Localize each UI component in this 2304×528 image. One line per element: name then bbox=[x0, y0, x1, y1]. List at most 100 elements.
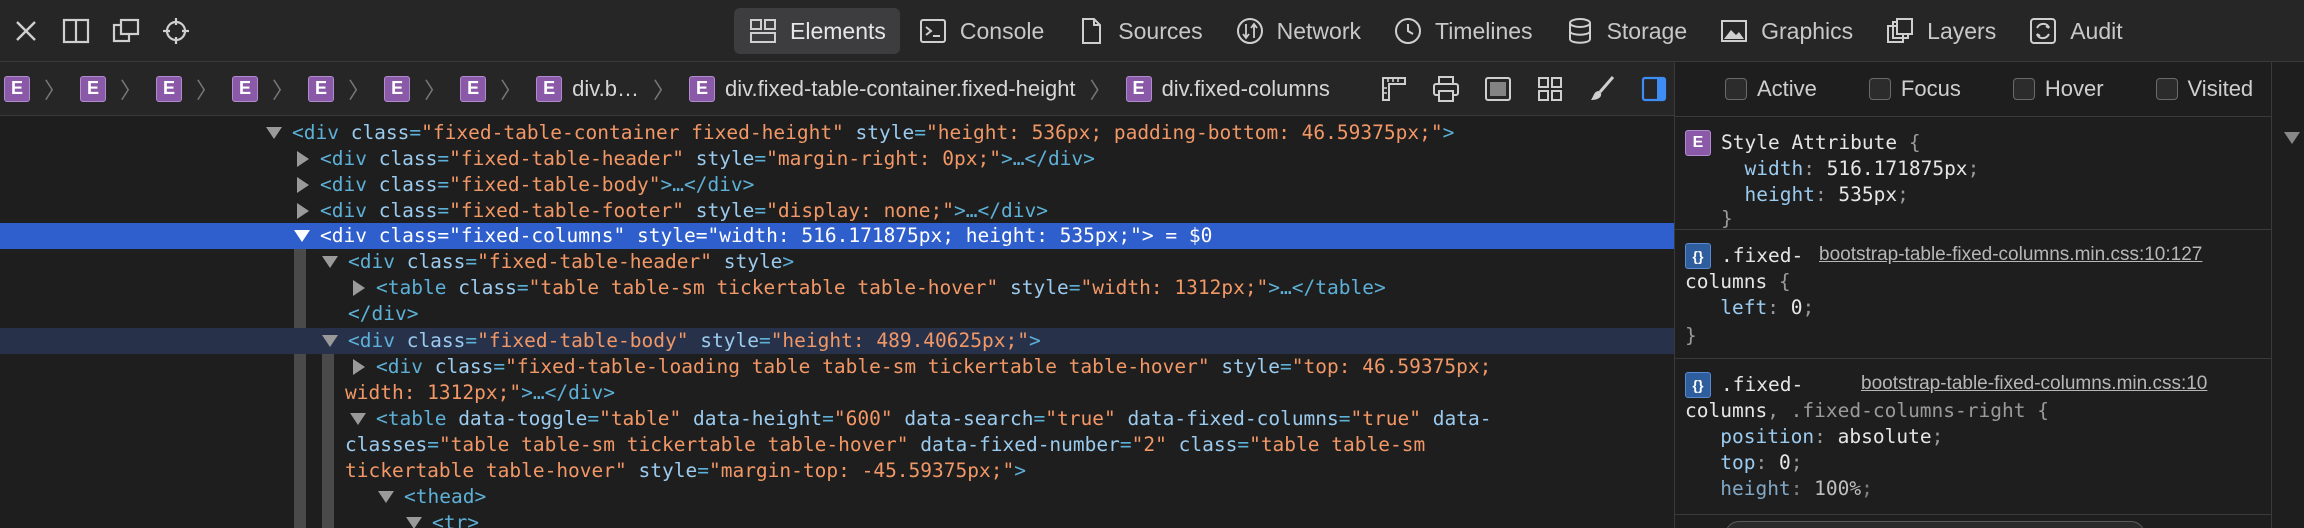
tab-audit[interactable]: Audit bbox=[2014, 8, 2136, 54]
dom-node-line-wrap[interactable]: classes="table table-sm tickertable tabl… bbox=[345, 432, 1425, 458]
element-badge-icon: E bbox=[460, 75, 487, 102]
dom-node-line[interactable]: <div class="fixed-table-body">…</div> bbox=[320, 172, 754, 198]
secondary-sidebar-pane bbox=[2271, 62, 2304, 528]
dom-node-line[interactable]: <div class="fixed-table-loading table ta… bbox=[376, 354, 1491, 380]
pseudo-focus-checkbox[interactable]: Focus bbox=[1868, 76, 1961, 102]
breadcrumb-item[interactable]: E bbox=[4, 62, 30, 116]
tab-storage[interactable]: Storage bbox=[1551, 8, 1702, 54]
breadcrumb-item[interactable]: E bbox=[232, 62, 259, 116]
inspect-element-button[interactable] bbox=[152, 7, 200, 55]
collapse-triangle-icon[interactable] bbox=[406, 517, 422, 528]
dom-node-line[interactable]: <tr> bbox=[432, 510, 479, 528]
breadcrumb-item[interactable]: Ediv.b… bbox=[536, 62, 639, 116]
toggle-sidebar-button[interactable] bbox=[1628, 62, 1680, 116]
printer-icon bbox=[1433, 76, 1459, 102]
tab-graphics[interactable]: Graphics bbox=[1705, 8, 1867, 54]
dom-node-line[interactable]: <div class="fixed-table-footer" style="d… bbox=[320, 198, 1048, 224]
styles-filter-input[interactable] bbox=[1725, 521, 2145, 528]
element-badge-icon: E bbox=[308, 75, 335, 102]
collapse-triangle-icon[interactable] bbox=[350, 413, 366, 425]
breadcrumb-item[interactable]: E bbox=[460, 62, 487, 116]
fixed-columns-rule[interactable]: {} .fixed- bootstrap-table-fixed-columns… bbox=[1675, 231, 2271, 359]
compositing-borders-button[interactable] bbox=[1472, 62, 1524, 116]
dom-node-line[interactable]: <table data-toggle="table" data-height="… bbox=[376, 406, 1491, 432]
console-icon bbox=[919, 19, 946, 43]
dom-node-line-wrap[interactable]: tickertable table-hover" style="margin-t… bbox=[345, 458, 1026, 484]
css-property[interactable]: position: absolute; bbox=[1685, 424, 1943, 450]
breadcrumb-item[interactable]: E bbox=[80, 62, 107, 116]
tab-console[interactable]: Console bbox=[904, 8, 1058, 54]
breadcrumb-item[interactable]: E bbox=[384, 62, 411, 116]
rule-selector: Style Attribute { bbox=[1721, 131, 1921, 154]
pseudo-hover-checkbox[interactable]: Hover bbox=[2012, 76, 2104, 102]
breadcrumb-item[interactable]: E bbox=[308, 62, 335, 116]
dom-node-line-wrap[interactable]: width: 1312px;">…</div> bbox=[345, 380, 615, 406]
dom-node-line[interactable]: <div class="fixed-table-header" style> bbox=[348, 249, 794, 275]
dom-node-line[interactable]: <div class="fixed-table-header" style="m… bbox=[320, 146, 1095, 172]
expand-triangle-icon[interactable] bbox=[297, 203, 309, 219]
css-rule-badge-icon: {} bbox=[1685, 243, 1711, 269]
layers-icon bbox=[1887, 18, 1914, 43]
checkbox-icon bbox=[1868, 78, 1891, 100]
tab-label: Console bbox=[959, 17, 1045, 44]
css-property[interactable]: height: 535px; bbox=[1721, 182, 1908, 208]
stylesheet-source-link[interactable]: bootstrap-table-fixed-columns.min.css:10… bbox=[1819, 244, 2202, 266]
tab-elements[interactable]: Elements bbox=[734, 8, 900, 54]
breadcrumb-separator-icon: 〉 bbox=[272, 77, 295, 103]
css-property[interactable]: width: 516.171875px; bbox=[1721, 156, 1979, 182]
element-badge-icon: E bbox=[1125, 75, 1152, 102]
dom-node-line-selected[interactable]: <div class="fixed-columns" style="width:… bbox=[320, 223, 1212, 249]
css-property[interactable]: left: 0; bbox=[1685, 295, 1814, 321]
dom-node-line[interactable]: </div> bbox=[348, 301, 418, 327]
element-badge-icon: E bbox=[688, 75, 715, 102]
pseudo-active-checkbox[interactable]: Active bbox=[1725, 76, 1817, 102]
breadcrumb-separator-icon: 〉 bbox=[120, 77, 143, 103]
collapse-triangle-icon[interactable] bbox=[322, 256, 338, 268]
collapse-triangle-icon[interactable] bbox=[322, 335, 338, 347]
detach-window-button[interactable] bbox=[102, 7, 150, 55]
dock-side-button[interactable] bbox=[52, 7, 100, 55]
tab-sources[interactable]: Sources bbox=[1062, 8, 1216, 54]
close-devtools-button[interactable] bbox=[2, 7, 50, 55]
css-property[interactable]: height: 100%; bbox=[1685, 476, 1873, 502]
style-attribute-rule[interactable]: E Style Attribute { width: 516.171875px;… bbox=[1675, 118, 2271, 230]
stylesheet-source-link[interactable]: bootstrap-table-fixed-columns.min.css:10 bbox=[1861, 373, 2207, 395]
grid-overlay-button[interactable] bbox=[1524, 62, 1576, 116]
collapse-triangle-icon[interactable] bbox=[266, 127, 282, 139]
pseudo-class-toggles: Active Focus Hover Visited bbox=[1675, 62, 2271, 117]
expand-triangle-icon[interactable] bbox=[297, 177, 309, 193]
expand-triangle-icon[interactable] bbox=[353, 280, 365, 296]
tab-timelines[interactable]: Timelines bbox=[1379, 8, 1547, 54]
pseudo-visited-checkbox[interactable]: Visited bbox=[2155, 76, 2253, 102]
tab-layers[interactable]: Layers bbox=[1871, 8, 2010, 54]
dom-node-line[interactable]: <thead> bbox=[404, 484, 486, 510]
collapse-triangle-icon[interactable] bbox=[378, 491, 394, 503]
expand-triangle-icon[interactable] bbox=[353, 359, 365, 375]
collapse-triangle-icon[interactable] bbox=[294, 230, 310, 242]
breadcrumb-separator-icon: 〉 bbox=[348, 77, 371, 103]
tab-network[interactable]: Network bbox=[1221, 8, 1375, 54]
tab-label: Network bbox=[1276, 17, 1361, 44]
breadcrumb-item[interactable]: Ediv.fixed-table-container.fixed-height bbox=[688, 62, 1076, 116]
print-styles-button[interactable] bbox=[1420, 62, 1472, 116]
dom-tree[interactable]: <div class="fixed-table-container fixed-… bbox=[0, 117, 1674, 528]
window-controls bbox=[0, 0, 200, 62]
breadcrumb-item-current[interactable]: Ediv.fixed-columns bbox=[1125, 62, 1330, 116]
dom-node-line[interactable]: <div class="fixed-table-container fixed-… bbox=[292, 120, 1454, 146]
fixed-columns-position-rule[interactable]: {} .fixed- bootstrap-table-fixed-columns… bbox=[1675, 360, 2271, 528]
layout-overlay-button[interactable] bbox=[1368, 62, 1420, 116]
dom-node-line[interactable]: <table class="table table-sm tickertable… bbox=[376, 275, 1386, 301]
checkbox-icon bbox=[2012, 78, 2035, 100]
tab-label: Graphics bbox=[1761, 17, 1854, 44]
breadcrumb-separator-icon: 〉 bbox=[424, 77, 447, 103]
paint-flashing-button[interactable] bbox=[1576, 62, 1628, 116]
rulers-icon bbox=[1382, 77, 1406, 101]
css-property[interactable]: top: 0; bbox=[1685, 450, 1802, 476]
breadcrumb-item[interactable]: E bbox=[156, 62, 183, 116]
dom-node-line-hovered[interactable]: <div class="fixed-table-body" style="hei… bbox=[348, 328, 1041, 354]
grid-icon bbox=[1538, 77, 1562, 101]
expand-triangle-icon[interactable] bbox=[297, 151, 309, 167]
collapse-triangle-icon[interactable] bbox=[2284, 132, 2300, 144]
breadcrumb-separator-icon: 〉 bbox=[1089, 77, 1112, 103]
tab-label: Audit bbox=[2070, 17, 2123, 44]
